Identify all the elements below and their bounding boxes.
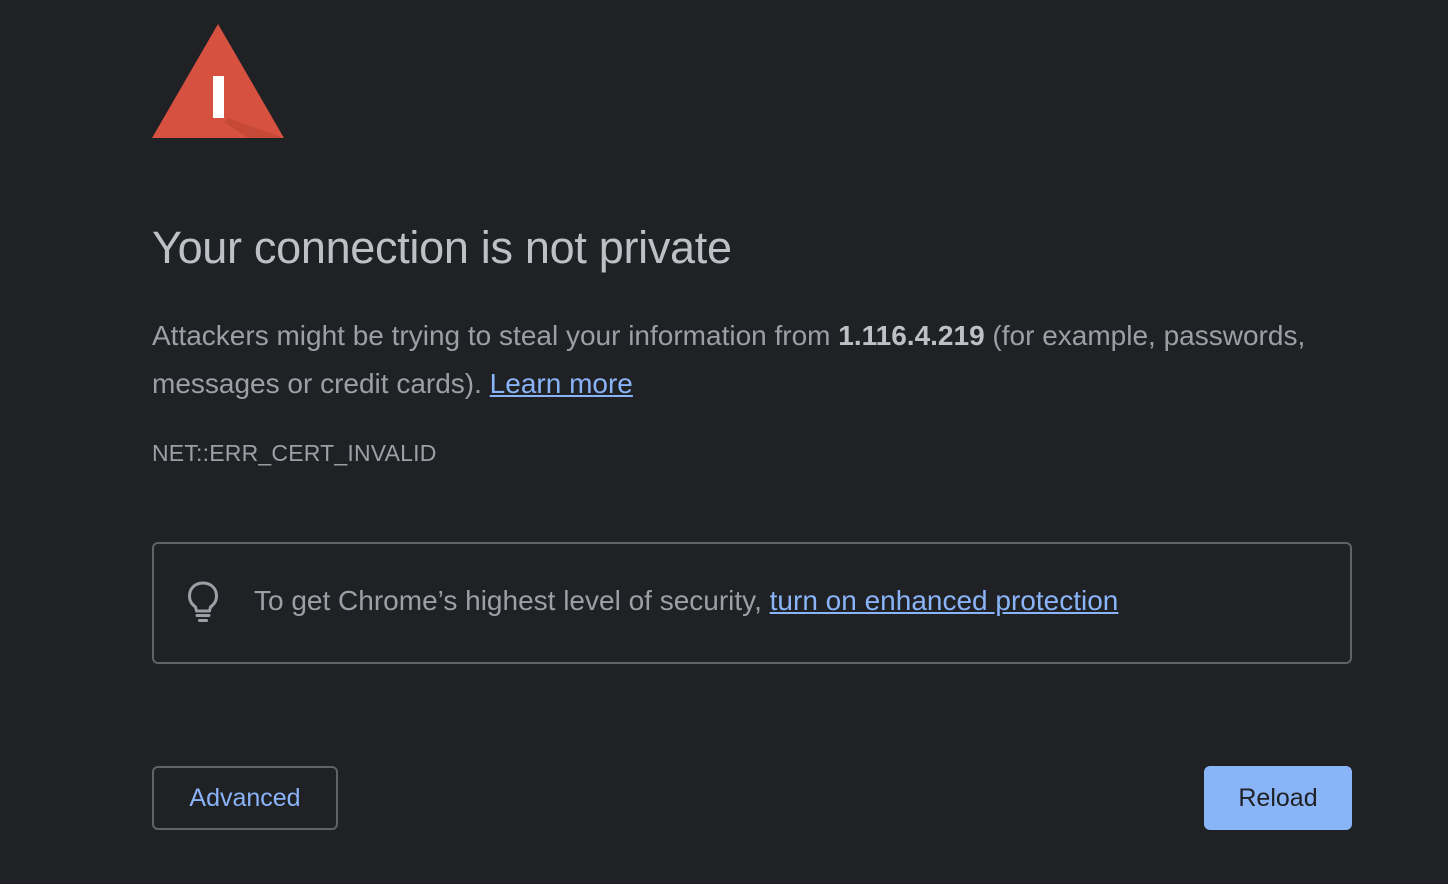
- explanation-text: Attackers might be trying to steal your …: [152, 320, 839, 351]
- enhanced-protection-link[interactable]: turn on enhanced protection: [770, 585, 1119, 616]
- interstitial-page: Your connection is not private Attackers…: [0, 0, 1448, 884]
- promo-text: To get Chrome’s highest level of securit…: [254, 585, 1118, 617]
- enhanced-protection-promo: To get Chrome’s highest level of securit…: [152, 542, 1352, 664]
- warning-triangle-icon: [152, 24, 284, 138]
- learn-more-link[interactable]: Learn more: [490, 368, 633, 399]
- reload-button[interactable]: Reload: [1204, 766, 1352, 830]
- promo-message: To get Chrome’s highest level of securit…: [254, 585, 770, 616]
- error-code: NET::ERR_CERT_INVALID: [152, 440, 437, 466]
- advanced-button[interactable]: Advanced: [152, 766, 338, 830]
- host-address: 1.116.4.219: [838, 320, 985, 351]
- lightbulb-icon: [188, 581, 218, 622]
- error-explanation: Attackers might be trying to steal your …: [152, 312, 1352, 408]
- page-title: Your connection is not private: [152, 222, 732, 273]
